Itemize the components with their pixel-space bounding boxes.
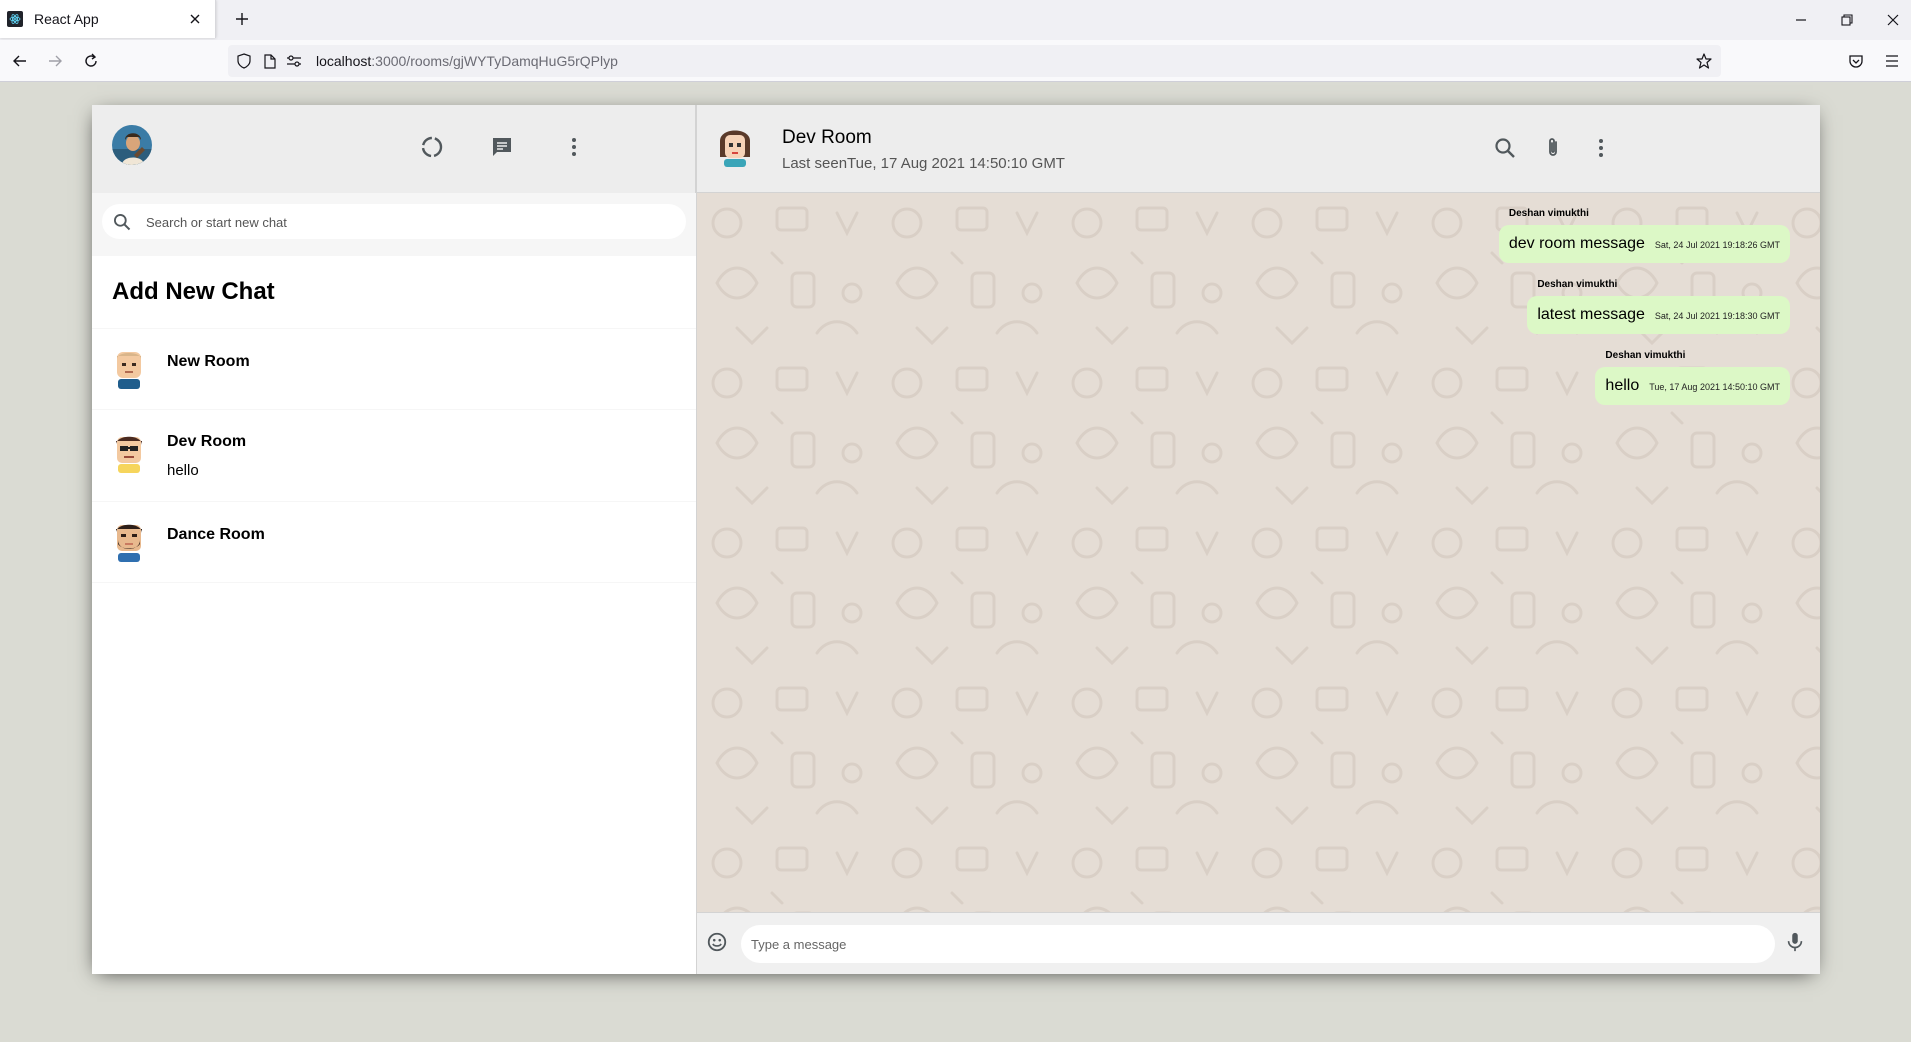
chat-panel: Dev Room Last seenTue, 17 Aug 2021 14:50…: [697, 105, 1820, 974]
restore-icon[interactable]: [1837, 10, 1857, 30]
browser-tab-title: React App: [34, 11, 99, 27]
emoji-icon: [706, 931, 728, 958]
sidebar-chat-new-room[interactable]: New Room: [92, 329, 696, 410]
forward-icon[interactable]: [45, 51, 65, 71]
chat-last-seen: Last seenTue, 17 Aug 2021 14:50:10 GMT: [782, 155, 1065, 172]
message-timestamp: Sat, 24 Jul 2021 19:18:30 GMT: [1654, 311, 1780, 321]
shield-icon[interactable]: [236, 53, 252, 69]
url-bar[interactable]: localhost:3000/rooms/gjWYTyDamqHuG5rQPly…: [228, 45, 1721, 77]
message-timestamp: Tue, 17 Aug 2021 14:50:10 GMT: [1649, 382, 1780, 392]
room-name: Dance Room: [167, 526, 265, 543]
chat-app: Add New Chat New Room: [92, 105, 1820, 974]
message-text: latest message: [1537, 306, 1645, 323]
room-avatar[interactable]: [717, 127, 753, 167]
browser-tab-bar: React App: [0, 0, 1911, 40]
room-last-message: hello: [167, 462, 199, 479]
url-path: :3000/rooms/gjWYTyDamqHuG5rQPlyp: [371, 53, 618, 69]
sidebar-chat-dev-room[interactable]: Dev Room hello: [92, 410, 696, 502]
voice-message-button[interactable]: [1775, 924, 1815, 964]
new-tab-icon[interactable]: [232, 9, 252, 29]
search-input[interactable]: [146, 210, 666, 234]
tab-close-icon[interactable]: [187, 11, 203, 27]
message-bubble: Deshan vimukthi dev room message Sat, 24…: [1498, 208, 1790, 263]
message-sender: Deshan vimukthi: [1537, 279, 1618, 290]
message-timestamp: Sat, 24 Jul 2021 19:18:26 GMT: [1654, 240, 1780, 250]
room-name: Dev Room: [167, 433, 247, 450]
status-button[interactable]: [412, 129, 452, 169]
message-sender: Deshan vimukthi: [1605, 350, 1686, 361]
status-icon: [420, 135, 444, 164]
permissions-icon[interactable]: [286, 53, 302, 69]
search-container: [102, 204, 686, 239]
room-avatar: [112, 522, 146, 562]
message-sender: Deshan vimukthi: [1508, 208, 1589, 219]
message-bubble: Deshan vimukthi hello Tue, 17 Aug 2021 1…: [1595, 350, 1790, 405]
message-input[interactable]: [741, 925, 1775, 963]
browser-tab[interactable]: React App: [0, 0, 216, 38]
room-name: New Room: [167, 353, 250, 370]
search-icon: [1493, 136, 1517, 165]
emoji-button[interactable]: [697, 924, 737, 964]
room-avatar: [112, 349, 146, 389]
url-host: localhost: [316, 53, 372, 69]
chat-icon: [490, 135, 514, 164]
chat-footer: [697, 912, 1820, 974]
sidebar-menu-button[interactable]: [554, 129, 594, 169]
menu-hamburger-icon[interactable]: [1882, 51, 1902, 71]
sidebar-chat-dance-room[interactable]: Dance Room: [92, 502, 696, 583]
react-favicon-icon: [7, 11, 23, 27]
message-text: hello: [1605, 377, 1640, 394]
message-bubble: Deshan vimukthi latest message Sat, 24 J…: [1527, 279, 1790, 334]
more-vert-icon: [1589, 136, 1613, 165]
room-avatar: [112, 433, 146, 473]
window-close-icon[interactable]: [1883, 10, 1903, 30]
message: Deshan vimukthi hello Tue, 17 Aug 2021 1…: [1595, 350, 1790, 405]
reload-icon[interactable]: [81, 51, 101, 71]
message-text: dev room message: [1508, 235, 1645, 252]
minimize-icon[interactable]: [1791, 10, 1811, 30]
user-avatar[interactable]: [112, 125, 152, 165]
search-icon: [112, 212, 132, 237]
chat-header: Dev Room Last seenTue, 17 Aug 2021 14:50…: [697, 105, 1820, 193]
browser-nav-bar: localhost:3000/rooms/gjWYTyDamqHuG5rQPly…: [0, 40, 1911, 82]
add-new-chat[interactable]: Add New Chat: [92, 256, 696, 329]
pocket-icon[interactable]: [1846, 51, 1866, 71]
sidebar-search: [92, 193, 696, 256]
new-chat-button[interactable]: [482, 129, 522, 169]
chat-room-title: Dev Room: [782, 127, 872, 148]
more-vert-icon: [562, 135, 586, 164]
chat-body: Deshan vimukthi dev room message Sat, 24…: [697, 193, 1820, 912]
bookmark-star-icon[interactable]: [1696, 53, 1712, 69]
add-new-chat-label: Add New Chat: [112, 278, 275, 305]
chat-menu-button[interactable]: [1581, 130, 1621, 170]
back-icon[interactable]: [10, 51, 30, 71]
paperclip-icon: [1541, 136, 1565, 165]
attach-file-button[interactable]: [1533, 130, 1573, 170]
message: Deshan vimukthi dev room message Sat, 24…: [1498, 208, 1790, 263]
message: Deshan vimukthi latest message Sat, 24 J…: [1527, 279, 1790, 334]
url-text[interactable]: localhost:3000/rooms/gjWYTyDamqHuG5rQPly…: [316, 53, 618, 69]
page-icon[interactable]: [262, 53, 278, 69]
mic-icon: [1785, 931, 1805, 958]
sidebar-header: [92, 105, 696, 193]
sidebar-chat-list: Add New Chat New Room Dev Room hello Dan…: [92, 256, 696, 974]
sidebar: Add New Chat New Room: [92, 105, 697, 974]
chat-search-button[interactable]: [1485, 130, 1525, 170]
